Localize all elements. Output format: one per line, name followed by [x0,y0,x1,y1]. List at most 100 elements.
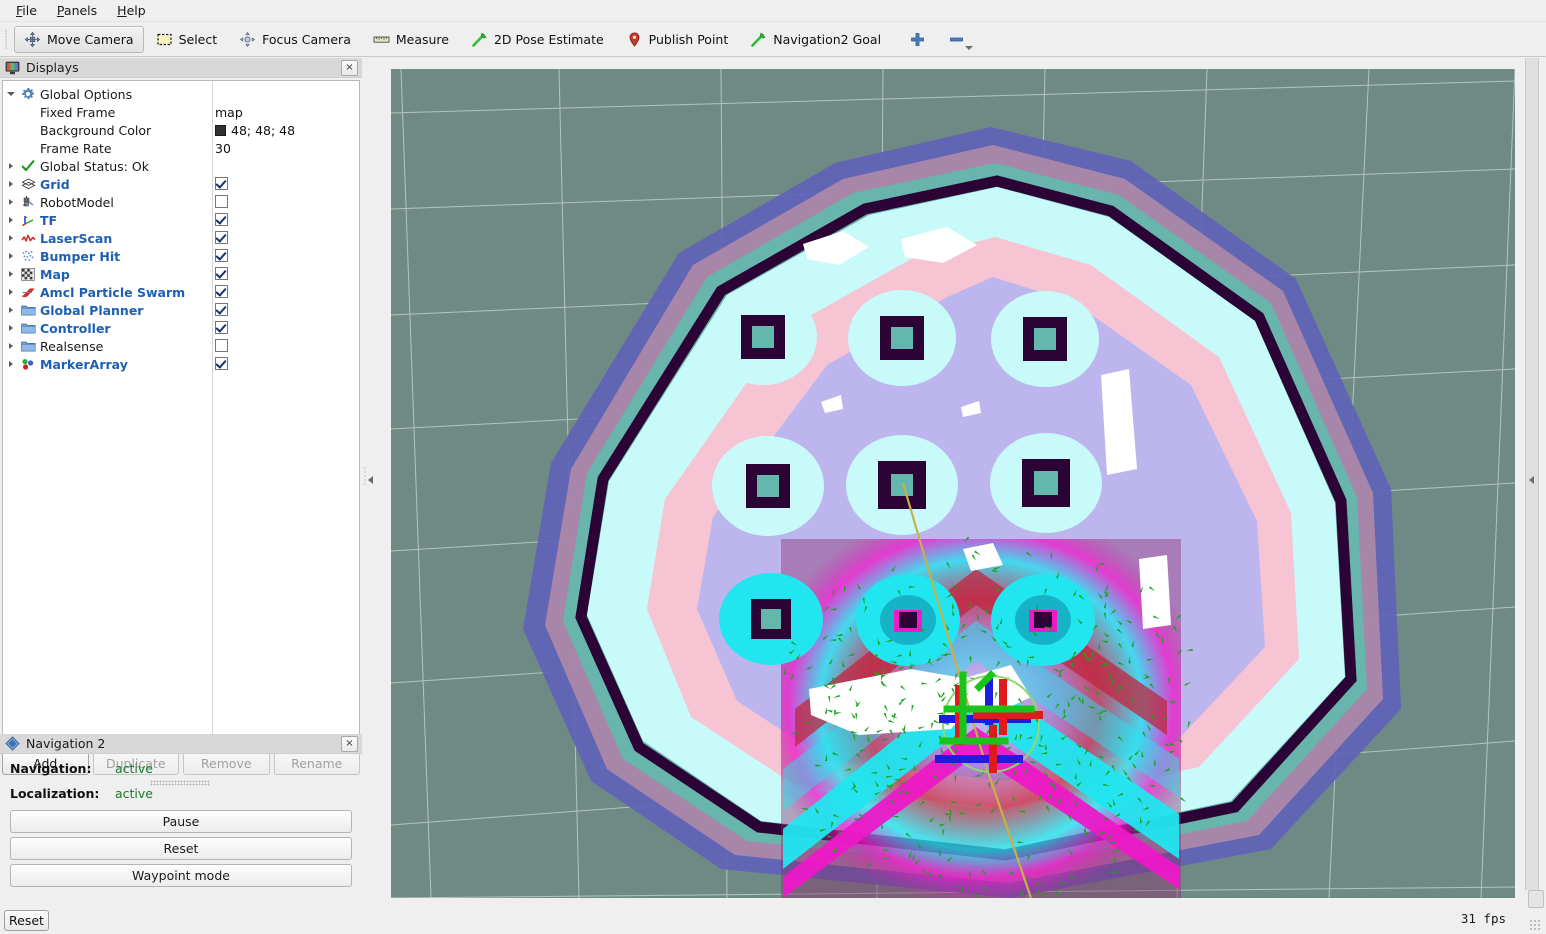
right-splitter[interactable] [1519,58,1546,903]
localization-status-key: Localization: [10,786,100,801]
navigation2-panel-body: Navigation: active Localization: active … [0,756,362,887]
navigation-status-row: Navigation: active [0,756,362,781]
select-icon [156,31,173,48]
nav-reset-button[interactable]: Reset [10,837,352,860]
tool-focus-camera[interactable]: Focus Camera [229,26,361,53]
rviz-window: File Panels Help Move Camera Select Focu… [0,0,1546,934]
checkbox-markerarray[interactable] [215,357,228,370]
toolbar-grip[interactable] [2,26,10,52]
tree-label-background-color: Background Color [40,122,152,138]
tree-row-robotmodel[interactable]: RobotModel [3,193,359,211]
expander-closed-icon[interactable] [3,199,19,205]
tree-row-bumper-hit[interactable]: Bumper Hit [3,247,359,265]
tree-row-amcl-particle-swarm[interactable]: Amcl Particle Swarm [3,283,359,301]
checkbox-amcl-particle-swarm[interactable] [215,285,228,298]
expander-closed-icon[interactable] [3,163,19,169]
expander-closed-icon[interactable] [3,271,19,277]
tool-move-camera[interactable]: Move Camera [14,25,144,53]
tree-label-fixed-frame: Fixed Frame [40,104,116,120]
tool-focus-camera-label: Focus Camera [262,31,351,47]
navigation2-panel: Navigation 2 × Navigation: active Locali… [0,734,362,928]
tf-axes-icon [19,212,37,228]
tree-row-laserscan[interactable]: LaserScan [3,229,359,247]
tool-navigation2-goal[interactable]: Navigation2 Goal [740,26,891,53]
checkbox-map[interactable] [215,267,228,280]
tool-publish-point[interactable]: Publish Point [616,26,739,53]
chevron-down-icon[interactable] [965,45,974,50]
checkbox-robotmodel[interactable] [215,195,228,208]
tree-row-background-color[interactable]: Background Color 48; 48; 48 [3,121,359,139]
menu-item-file[interactable]: File [6,1,47,20]
expander-closed-icon[interactable] [3,229,19,247]
map-grid-icon [19,266,37,282]
costmap-render [391,69,1515,898]
tool-select-label: Select [178,31,218,47]
status-reset-button[interactable]: Reset [4,910,49,931]
pause-button-label: Pause [162,814,200,829]
checkbox-realsense[interactable] [215,339,228,352]
displays-panel-close-button[interactable]: × [341,60,358,76]
tree-label-robotmodel: RobotModel [40,194,114,210]
pause-button[interactable]: Pause [10,810,352,833]
tree-row-frame-rate[interactable]: Frame Rate 30 [3,139,359,157]
expander-closed-icon[interactable] [3,181,19,187]
checkbox-bumper-hit[interactable] [215,249,228,262]
tool-measure[interactable]: Measure [363,26,459,53]
checkbox-grid[interactable] [215,177,228,190]
add-tool-button[interactable] [899,26,936,53]
tree-row-global-planner[interactable]: Global Planner [3,301,359,319]
tree-label-markerarray: MarkerArray [40,356,128,372]
checkbox-tf[interactable] [215,213,228,226]
folder-icon [19,320,37,336]
status-scroll-thumb[interactable] [1528,890,1544,908]
expander-closed-icon[interactable] [3,307,19,313]
tree-value-frame-rate-wrap[interactable]: 30 [215,139,231,157]
tool-2d-pose-estimate[interactable]: 2D Pose Estimate [461,26,614,53]
tree-row-global-options[interactable]: Global Options [3,85,359,103]
menu-item-help[interactable]: Help [107,1,156,20]
menu-item-panels[interactable]: Panels [47,1,107,20]
tool-move-camera-label: Move Camera [47,31,134,47]
tree-value-fixed-frame-wrap[interactable]: map [215,103,243,121]
tree-row-tf[interactable]: TF [3,211,359,229]
tree-label-frame-rate: Frame Rate [40,140,112,156]
tree-row-map[interactable]: Map [3,265,359,283]
expander-closed-icon[interactable] [3,325,19,331]
checkbox-global-planner[interactable] [215,303,228,316]
left-splitter[interactable] [363,58,379,903]
tree-value-background-color-wrap[interactable]: 48; 48; 48 [215,121,295,139]
checkbox-controller[interactable] [215,321,228,334]
navigation2-panel-close-button[interactable]: × [341,736,358,752]
color-swatch [215,124,226,136]
displays-tree[interactable]: Global Options Fixed Frame map Backgroun… [2,80,360,748]
displays-panel-header: Displays × [0,58,362,78]
tree-row-realsense[interactable]: Realsense [3,337,359,355]
tree-row-controller[interactable]: Controller [3,319,359,337]
checkbox-laserscan[interactable] [215,231,228,244]
tree-row-markerarray[interactable]: MarkerArray [3,355,359,373]
tree-row-fixed-frame[interactable]: Fixed Frame map [3,103,359,121]
close-icon: × [345,738,354,749]
expander-closed-icon[interactable] [3,217,19,223]
tree-label-global-status: Global Status: Ok [40,158,149,174]
resize-grip[interactable] [1529,919,1542,932]
expander-closed-icon[interactable] [3,289,19,295]
expander-open-icon[interactable] [3,92,19,96]
expander-closed-icon[interactable] [3,253,19,259]
tree-row-global-status[interactable]: Global Status: Ok [3,157,359,175]
navigation-status-value: active [115,761,153,776]
tree-row-grid[interactable]: Grid [3,175,359,193]
tool-publish-point-label: Publish Point [648,31,729,47]
expander-closed-icon[interactable] [3,361,19,367]
tree-value-frame-rate: 30 [215,140,231,156]
collapse-left-panel-handle[interactable] [364,466,384,486]
render-viewport-3d[interactable] [391,69,1515,898]
tree-label-tf: TF [40,212,58,228]
waypoint-mode-button[interactable]: Waypoint mode [10,864,352,887]
tool-select[interactable]: Select [146,26,228,53]
right-dock-bar[interactable] [1525,58,1539,890]
collapse-right-panel-handle[interactable] [1529,476,1534,484]
remove-tool-button[interactable] [938,26,975,53]
plus-icon [909,31,926,48]
expander-closed-icon[interactable] [3,343,19,349]
